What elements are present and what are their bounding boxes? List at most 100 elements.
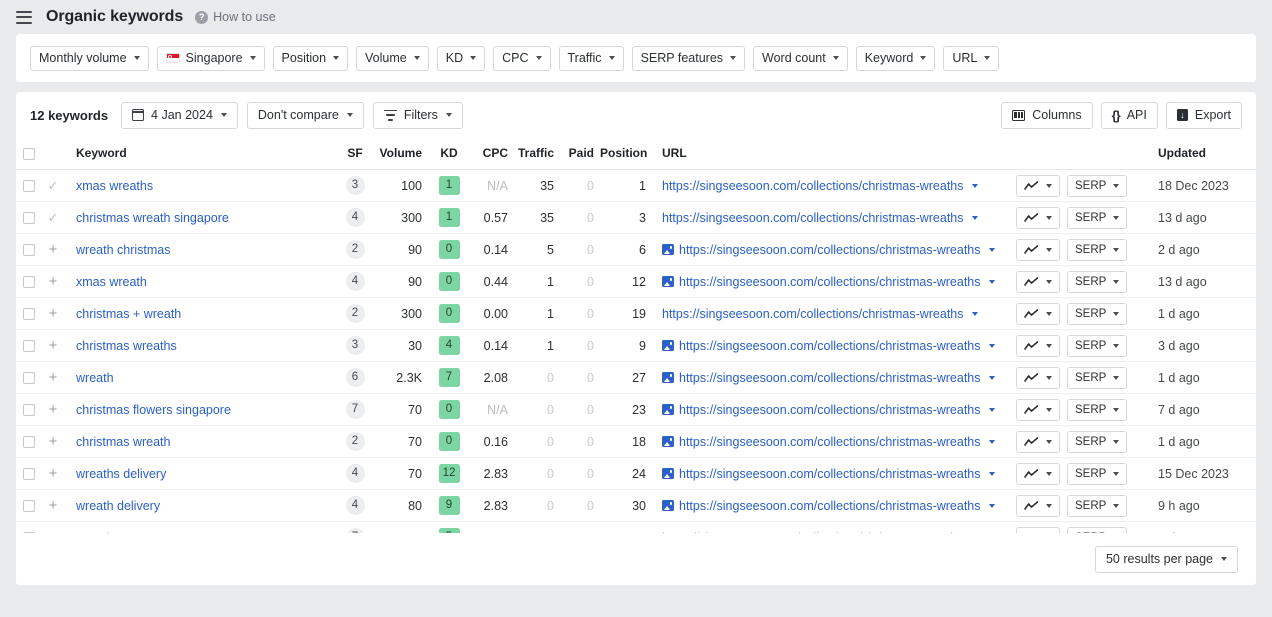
metrics-chart-button[interactable]	[1016, 206, 1060, 229]
row-checkbox[interactable]	[23, 500, 35, 513]
row-checkbox[interactable]	[23, 276, 35, 289]
url-link[interactable]: https://singseesoon.com/collections/chri…	[679, 275, 981, 289]
filter-cpc[interactable]: CPC	[493, 45, 551, 71]
export-button[interactable]: Export	[1165, 101, 1242, 129]
url-link[interactable]: https://singseesoon.com/collections/chri…	[679, 339, 981, 353]
metrics-chart-button[interactable]	[1016, 270, 1060, 293]
filter-url[interactable]: URL	[943, 45, 1000, 71]
url-link[interactable]: https://singseesoon.com/collections/chri…	[679, 467, 981, 481]
filter-keyword[interactable]: Keyword	[855, 45, 936, 71]
url-link[interactable]: https://singseesoon.com/collections/chri…	[662, 211, 964, 225]
keyword-link[interactable]: wreath christmas	[76, 243, 170, 257]
tracked-check-icon[interactable]: ✓	[48, 178, 59, 193]
filter-monthly-volume[interactable]: Monthly volume	[30, 45, 149, 71]
add-keyword-icon[interactable]: +	[49, 305, 58, 322]
keyword-link[interactable]: christmas wreath singapore	[76, 211, 229, 225]
tracked-check-icon[interactable]: ✓	[48, 210, 59, 225]
metrics-chart-button[interactable]	[1016, 366, 1060, 389]
metrics-chart-button[interactable]	[1016, 334, 1060, 357]
column-header-paid[interactable]: Paid	[562, 138, 600, 170]
keyword-link[interactable]: christmas wreaths	[76, 339, 177, 353]
metrics-chart-button[interactable]	[1016, 430, 1060, 453]
filter-country-singapore[interactable]: Singapore	[156, 45, 265, 71]
chevron-down-icon[interactable]	[971, 311, 978, 316]
column-header-volume[interactable]: Volume	[374, 138, 430, 170]
keyword-link[interactable]: wreath delivery	[76, 499, 160, 513]
chevron-down-icon[interactable]	[971, 183, 978, 188]
column-header-keyword[interactable]: Keyword	[64, 138, 336, 170]
url-link[interactable]: https://singseesoon.com/collections/chri…	[679, 371, 981, 385]
url-link[interactable]: https://singseesoon.com/collections/chri…	[679, 435, 981, 449]
serp-button[interactable]: SERP	[1067, 334, 1128, 357]
add-keyword-icon[interactable]: +	[49, 433, 58, 450]
api-button[interactable]: {} API	[1100, 101, 1158, 129]
metrics-chart-button[interactable]	[1016, 174, 1060, 197]
keyword-link[interactable]: christmas + wreath	[76, 307, 181, 321]
compare-dropdown[interactable]: Don't compare	[246, 101, 364, 129]
serp-button[interactable]: SERP	[1067, 174, 1128, 197]
row-checkbox[interactable]	[23, 340, 35, 353]
keyword-link[interactable]: xmas wreaths	[76, 179, 153, 193]
chevron-down-icon[interactable]	[988, 247, 995, 252]
column-header-traffic[interactable]: Traffic	[514, 138, 562, 170]
metrics-chart-button[interactable]	[1016, 462, 1060, 485]
filters-button[interactable]: Filters	[372, 101, 463, 129]
columns-button[interactable]: Columns	[1001, 101, 1093, 129]
chevron-down-icon[interactable]	[988, 439, 995, 444]
serp-button[interactable]: SERP	[1067, 270, 1128, 293]
column-header-kd[interactable]: KD	[430, 138, 468, 170]
serp-button[interactable]: SERP	[1067, 398, 1128, 421]
filter-word-count[interactable]: Word count	[753, 45, 848, 71]
add-keyword-icon[interactable]: +	[49, 273, 58, 290]
chevron-down-icon[interactable]	[971, 215, 978, 220]
serp-button[interactable]: SERP	[1067, 462, 1128, 485]
serp-button[interactable]: SERP	[1067, 238, 1128, 261]
row-checkbox[interactable]	[23, 308, 35, 321]
select-all-checkbox[interactable]	[23, 147, 35, 160]
row-checkbox[interactable]	[23, 436, 35, 449]
metrics-chart-button[interactable]	[1016, 302, 1060, 325]
chevron-down-icon[interactable]	[988, 279, 995, 284]
keyword-link[interactable]: christmas flowers singapore	[76, 403, 231, 417]
row-checkbox[interactable]	[23, 212, 35, 225]
url-link[interactable]: https://singseesoon.com/collections/chri…	[679, 403, 981, 417]
date-picker[interactable]: 4 Jan 2024	[121, 101, 238, 129]
column-header-sf[interactable]: SF	[336, 138, 374, 170]
row-checkbox[interactable]	[23, 244, 35, 257]
add-keyword-icon[interactable]: +	[49, 337, 58, 354]
serp-button[interactable]: SERP	[1067, 430, 1128, 453]
filter-position[interactable]: Position	[272, 45, 349, 71]
add-keyword-icon[interactable]: +	[49, 369, 58, 386]
serp-button[interactable]: SERP	[1067, 302, 1128, 325]
row-checkbox[interactable]	[23, 468, 35, 481]
how-to-use-link[interactable]: ? How to use	[195, 10, 276, 24]
column-header-url[interactable]: URL	[656, 138, 1016, 170]
row-checkbox[interactable]	[23, 180, 35, 193]
metrics-chart-button[interactable]	[1016, 398, 1060, 421]
chevron-down-icon[interactable]	[988, 407, 995, 412]
url-link[interactable]: https://singseesoon.com/collections/chri…	[662, 179, 964, 193]
add-keyword-icon[interactable]: +	[49, 497, 58, 514]
add-keyword-icon[interactable]: +	[49, 465, 58, 482]
chevron-down-icon[interactable]	[988, 375, 995, 380]
chevron-down-icon[interactable]	[988, 503, 995, 508]
metrics-chart-button[interactable]	[1016, 494, 1060, 517]
url-link[interactable]: https://singseesoon.com/collections/chri…	[679, 499, 981, 513]
keyword-link[interactable]: xmas wreath	[76, 275, 147, 289]
serp-button[interactable]: SERP	[1067, 494, 1128, 517]
keyword-link[interactable]: christmas wreath	[76, 435, 170, 449]
filter-serp-features[interactable]: SERP features	[631, 45, 746, 71]
row-checkbox[interactable]	[23, 372, 35, 385]
hamburger-icon[interactable]	[16, 10, 32, 24]
add-keyword-icon[interactable]: +	[49, 241, 58, 258]
row-checkbox[interactable]	[23, 404, 35, 417]
metrics-chart-button[interactable]	[1016, 238, 1060, 261]
chevron-down-icon[interactable]	[988, 471, 995, 476]
filter-traffic[interactable]: Traffic	[558, 45, 624, 71]
keyword-link[interactable]: wreaths delivery	[76, 467, 166, 481]
results-per-page-dropdown[interactable]: 50 results per page	[1094, 545, 1238, 573]
column-header-cpc[interactable]: CPC	[468, 138, 514, 170]
filter-volume[interactable]: Volume	[356, 45, 429, 71]
column-header-position[interactable]: Position	[600, 138, 656, 170]
url-link[interactable]: https://singseesoon.com/collections/chri…	[662, 307, 964, 321]
